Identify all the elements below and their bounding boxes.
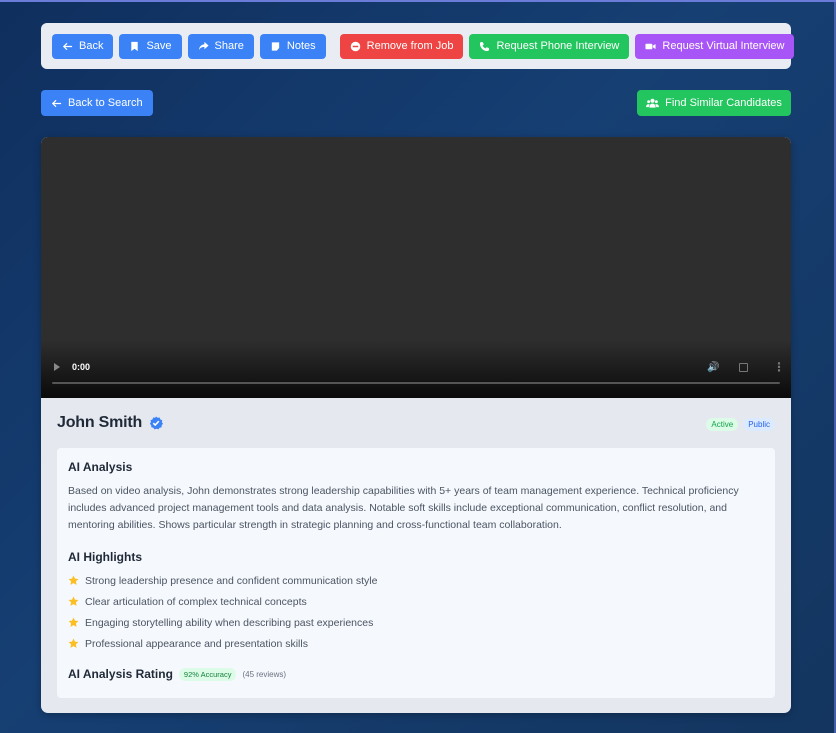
video-camera-icon	[645, 43, 656, 49]
back-to-search-button[interactable]: Back to Search	[41, 90, 153, 116]
back-to-search-label: Back to Search	[68, 97, 143, 109]
highlight-text: Clear articulation of complex technical …	[85, 595, 307, 608]
visibility-badge: Public	[743, 418, 775, 431]
request-virtual-interview-button[interactable]: Request Virtual Interview	[635, 33, 795, 59]
note-icon	[271, 41, 280, 51]
ai-highlights-heading: AI Highlights	[68, 550, 142, 564]
play-icon[interactable]	[54, 363, 60, 371]
volume-icon[interactable]: 🔊	[707, 362, 719, 373]
highlight-item: Engaging storytelling ability when descr…	[68, 612, 764, 633]
ai-analysis-heading: AI Analysis	[68, 460, 133, 474]
candidate-name: John Smith	[57, 414, 143, 431]
video-time: 0:00	[72, 362, 91, 372]
share-label: Share	[214, 40, 244, 52]
notes-label: Notes	[286, 40, 316, 52]
users-icon	[646, 98, 660, 108]
video-controls: 0:00 🔊 ⋮	[41, 359, 791, 375]
share-button[interactable]: Share	[187, 33, 254, 59]
ai-highlights-list: Strong leadership presence and confident…	[68, 570, 764, 654]
back-button[interactable]: Back	[52, 33, 114, 59]
remove-label: Remove from Job	[366, 40, 454, 52]
status-badge: Active	[706, 418, 739, 431]
virtual-interview-label: Request Virtual Interview	[662, 40, 785, 52]
accuracy-badge: 92% Accuracy	[178, 667, 237, 681]
candidate-card: 0:00 🔊 ⋮ John Smith Active Public AI Ana…	[41, 137, 791, 713]
notes-button[interactable]: Notes	[259, 33, 326, 59]
bookmark-icon	[131, 41, 139, 51]
arrow-left-icon	[51, 99, 62, 107]
review-count: (45 reviews)	[242, 669, 287, 679]
star-icon	[68, 638, 79, 648]
star-icon	[68, 596, 79, 606]
find-similar-candidates-button[interactable]: Find Similar Candidates	[637, 90, 791, 116]
save-button[interactable]: Save	[119, 33, 182, 59]
status-badges: Active Public	[706, 418, 775, 431]
request-phone-interview-button[interactable]: Request Phone Interview	[469, 33, 630, 59]
top-border	[0, 0, 836, 2]
highlight-text: Engaging storytelling ability when descr…	[85, 616, 374, 629]
action-toolbar: Back Save Share Notes Remove from Job Re…	[41, 23, 795, 69]
share-icon	[198, 41, 209, 50]
video-player[interactable]: 0:00 🔊 ⋮	[41, 137, 791, 398]
minus-circle-icon	[350, 41, 360, 51]
save-label: Save	[146, 40, 172, 52]
phone-interview-label: Request Phone Interview	[496, 40, 620, 52]
fullscreen-icon[interactable]	[739, 362, 748, 372]
phone-icon	[480, 41, 490, 51]
star-icon	[68, 617, 79, 627]
ai-analysis-text: Based on video analysis, John demonstrat…	[68, 485, 739, 531]
highlight-text: Strong leadership presence and confident…	[85, 574, 378, 587]
highlight-text: Professional appearance and presentation…	[85, 637, 308, 650]
remove-from-job-button[interactable]: Remove from Job	[339, 33, 464, 59]
more-options-icon[interactable]: ⋮	[773, 360, 785, 374]
ai-rating-row: AI Analysis Rating 92% Accuracy (45 revi…	[68, 667, 764, 681]
star-icon	[68, 575, 79, 585]
ai-analysis-panel: AI Analysis Based on video analysis, Joh…	[57, 448, 775, 698]
ai-rating-heading: AI Analysis Rating	[68, 667, 173, 681]
highlight-item: Strong leadership presence and confident…	[68, 570, 764, 591]
highlight-item: Professional appearance and presentation…	[68, 633, 764, 654]
verified-badge-icon	[149, 416, 164, 430]
video-progress-bar[interactable]	[52, 382, 780, 384]
profile-section: John Smith Active Public AI Analysis Bas…	[41, 398, 791, 698]
arrow-left-icon	[62, 42, 73, 50]
back-label: Back	[79, 40, 104, 52]
find-similar-label: Find Similar Candidates	[665, 97, 782, 109]
highlight-item: Clear articulation of complex technical …	[68, 591, 764, 612]
name-row: John Smith Active Public	[57, 398, 775, 448]
